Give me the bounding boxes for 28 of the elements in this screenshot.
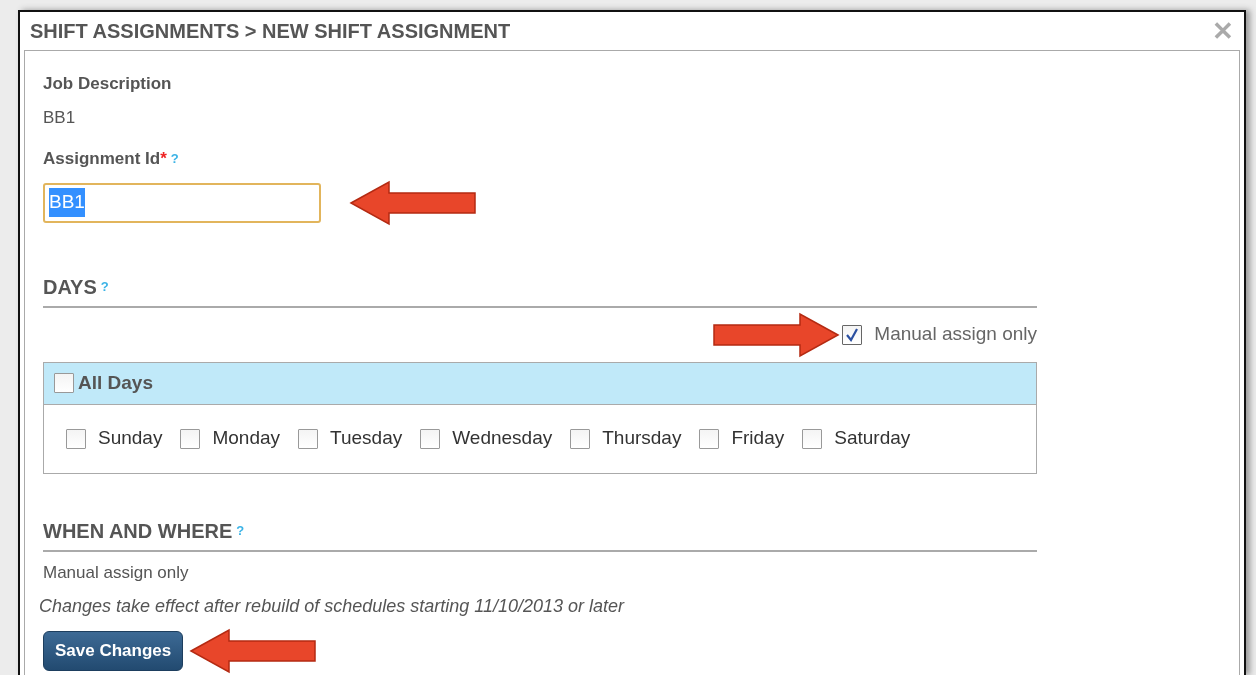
day-label[interactable]: Tuesday	[330, 424, 403, 453]
day-label[interactable]: Monday	[212, 424, 281, 453]
checkbox[interactable]	[54, 373, 74, 393]
day-label[interactable]: Friday	[731, 424, 785, 453]
section-heading: DAYS	[43, 274, 97, 300]
checkbox[interactable]	[699, 428, 720, 449]
dialog-title: SHIFT ASSIGNMENTS > NEW SHIFT ASSIGNMENT	[30, 19, 511, 44]
field-value: Manual assign only	[43, 561, 190, 584]
save-button[interactable]: Save Changes	[43, 631, 184, 671]
checkbox[interactable]	[298, 428, 319, 449]
field-label: Assignment Id	[43, 148, 161, 170]
field-label: Job Description	[43, 73, 173, 95]
checkbox-label[interactable]: All Days	[78, 368, 153, 398]
section-heading: WHEN AND WHERE	[43, 518, 233, 544]
checkbox[interactable]	[842, 324, 863, 345]
info-note: Changes take effect after rebuild of schedules starting 11/10/2013 or later	[39, 595, 626, 618]
checkbox[interactable]	[570, 428, 591, 449]
day-label[interactable]: Sunday	[98, 424, 163, 453]
day-label[interactable]: Saturday	[834, 424, 911, 453]
checkbox[interactable]	[66, 428, 86, 449]
checkbox[interactable]	[802, 428, 823, 449]
day-label[interactable]: Wednesday	[452, 424, 553, 453]
checkbox[interactable]	[180, 428, 201, 449]
checkbox[interactable]	[420, 428, 441, 449]
checkbox-label[interactable]: Manual assign only	[874, 320, 1037, 349]
day-label[interactable]: Thursday	[602, 424, 682, 453]
field-value: BB1	[43, 106, 77, 129]
required-mark: *	[160, 148, 167, 170]
